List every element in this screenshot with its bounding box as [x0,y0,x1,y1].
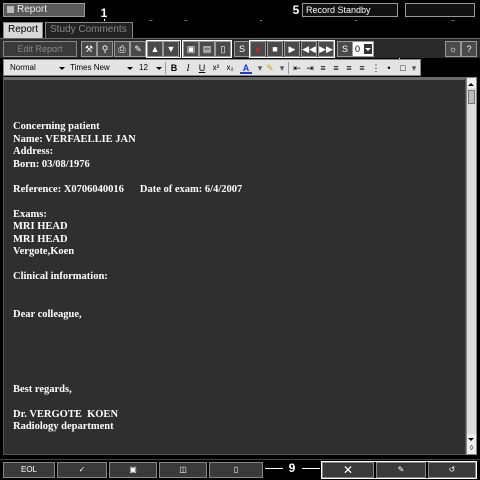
reference: Reference: X0706040016 [13,183,124,195]
scroll-down-icon[interactable] [467,434,476,444]
s-button[interactable]: S [234,41,250,57]
subscript-button[interactable]: x₂ [224,62,236,74]
fast-forward-icon[interactable]: ▶▶ [318,41,334,57]
size-select[interactable]: 12 [137,62,163,74]
font-select[interactable]: Times New Roman [68,62,134,84]
stop-icon[interactable]: ■ [267,41,283,57]
bold-button[interactable]: B [168,62,180,74]
chevron-down-icon[interactable]: ▾ [276,62,288,74]
scroll-up-icon[interactable] [467,78,476,88]
window-title: Report [17,4,48,15]
superscript-button[interactable]: x² [210,62,222,74]
record-status: Record Standby [302,3,398,17]
clinical-heading: Clinical information: [13,271,108,282]
format-toolbar: Normal Times New Roman 12 B I U x² x₂ A … [3,59,421,84]
date-of-exam: Date of exam: 6/4/2007 [139,183,243,195]
vertical-scrollbar[interactable]: ◊ [466,77,477,455]
scroll-thumb[interactable] [468,90,475,104]
title-bar: Report Record Standby [0,0,480,20]
signature: Dr. VERGOTE KOEN [13,408,119,420]
referrer: Vergote,Koen [13,246,75,257]
greeting: Dear colleague, [13,308,82,320]
callout-line-9-right [302,468,320,469]
indent-icon[interactable]: ⇥ [304,62,316,74]
export-icon[interactable]: ◫ [159,462,207,478]
patient-name: Name: VERFAELLIE JAN [13,133,136,145]
callout-5: 5 [292,3,300,17]
tab-bar: Report Study Comments (0) [0,21,480,49]
separator [165,62,166,74]
department: Radiology department [13,421,114,432]
tools-icon[interactable]: ⚒ [81,41,97,57]
previous-arrow-icon[interactable]: ▲ [147,41,163,57]
bulleted-list-icon[interactable]: • [383,62,395,74]
scroll-options-icon[interactable]: ◊ [467,444,476,454]
approve-icon[interactable]: ✓ [57,462,107,478]
patient-heading: Concerning patient [13,121,100,132]
window-icon [7,6,14,13]
reference-line: Reference: X0706040016 Date of exam: 6/4/… [13,184,242,197]
exams-heading: Exams: [13,208,47,220]
numbered-list-icon[interactable]: ⋮ [370,62,382,74]
undo-icon[interactable]: ↺ [428,462,476,478]
patient-address: Address: [13,146,54,157]
print-icon[interactable]: ⎙ [114,41,130,57]
record-icon[interactable]: ● [250,41,266,57]
chevron-down-icon [59,67,65,73]
size-value: 12 [139,63,148,72]
callout-1: 1 [100,6,108,20]
exam-item: MRI HEAD [13,221,68,232]
save-icon[interactable]: ▣ [109,462,157,478]
tab-report[interactable]: Report [3,22,43,38]
align-center-icon[interactable]: ≡ [330,62,342,74]
callout-9: 9 [288,461,296,475]
s-button-2[interactable]: S [337,41,353,57]
window-menu-button[interactable]: Report [3,3,85,17]
report-editor[interactable]: Concerning patient Name: VERFAELLIE JAN … [3,77,466,455]
align-right-icon[interactable]: ≡ [343,62,355,74]
style-value: Normal [10,63,36,72]
chevron-down-icon [127,67,133,73]
search-icon[interactable]: ⚲ [97,41,113,57]
outdent-icon[interactable]: ⇤ [291,62,303,74]
edit-icon[interactable]: ✎ [130,41,146,57]
next-arrow-icon[interactable]: ▼ [163,41,179,57]
bottom-bar: EOL ✓ ▣ ◫ ▯ 9 ✕ ✎ ↺ [0,459,480,479]
callout-line-9-left [265,468,283,469]
paste-icon[interactable]: ▤ [199,41,215,57]
separator [288,62,289,74]
rewind-icon[interactable]: ◀◀ [301,41,317,57]
close-icon[interactable]: ✕ [322,462,374,478]
help-bulb-icon[interactable]: ☼ [445,41,461,57]
tab-study-comments[interactable]: Study Comments (0) [45,22,133,49]
status-extra [405,3,475,17]
style-select[interactable]: Normal [8,62,66,74]
main-toolbar: Edit Report ⚒ ⚲ ⎙ ✎ ▲ ▼ ▣ ▤ ▯ S ● ■ ▶ ◀◀… [0,38,480,58]
play-icon[interactable]: ▶ [284,41,300,57]
chevron-down-icon [364,44,372,54]
eol-button[interactable]: EOL [3,462,55,478]
report-document: Concerning patient Name: VERFAELLIE JAN … [13,121,242,434]
edit-report-button[interactable]: Edit Report [3,41,77,57]
justify-icon[interactable]: ≡ [356,62,368,74]
patient-born: Born: 03/08/1976 [13,158,90,170]
speed-value: 0 [355,44,361,54]
align-left-icon[interactable]: ≡ [317,62,329,74]
document-icon[interactable]: ▯ [209,462,263,478]
highlight-icon[interactable]: ✎ [264,62,276,74]
help-button[interactable]: ? [461,41,477,57]
underline-button[interactable]: U [196,62,208,74]
closing: Best regards, [13,383,72,395]
exam-item: MRI HEAD [13,233,68,245]
speed-select[interactable]: 0 [352,41,374,57]
chevron-down-icon [156,67,162,73]
sign-icon[interactable]: ✎ [376,462,426,478]
italic-button[interactable]: I [182,62,194,74]
copy-icon[interactable]: ▣ [183,41,199,57]
font-color-button[interactable]: A [240,62,252,74]
document-icon[interactable]: ▯ [215,41,231,57]
chevron-down-icon[interactable]: ▾ [408,62,420,74]
